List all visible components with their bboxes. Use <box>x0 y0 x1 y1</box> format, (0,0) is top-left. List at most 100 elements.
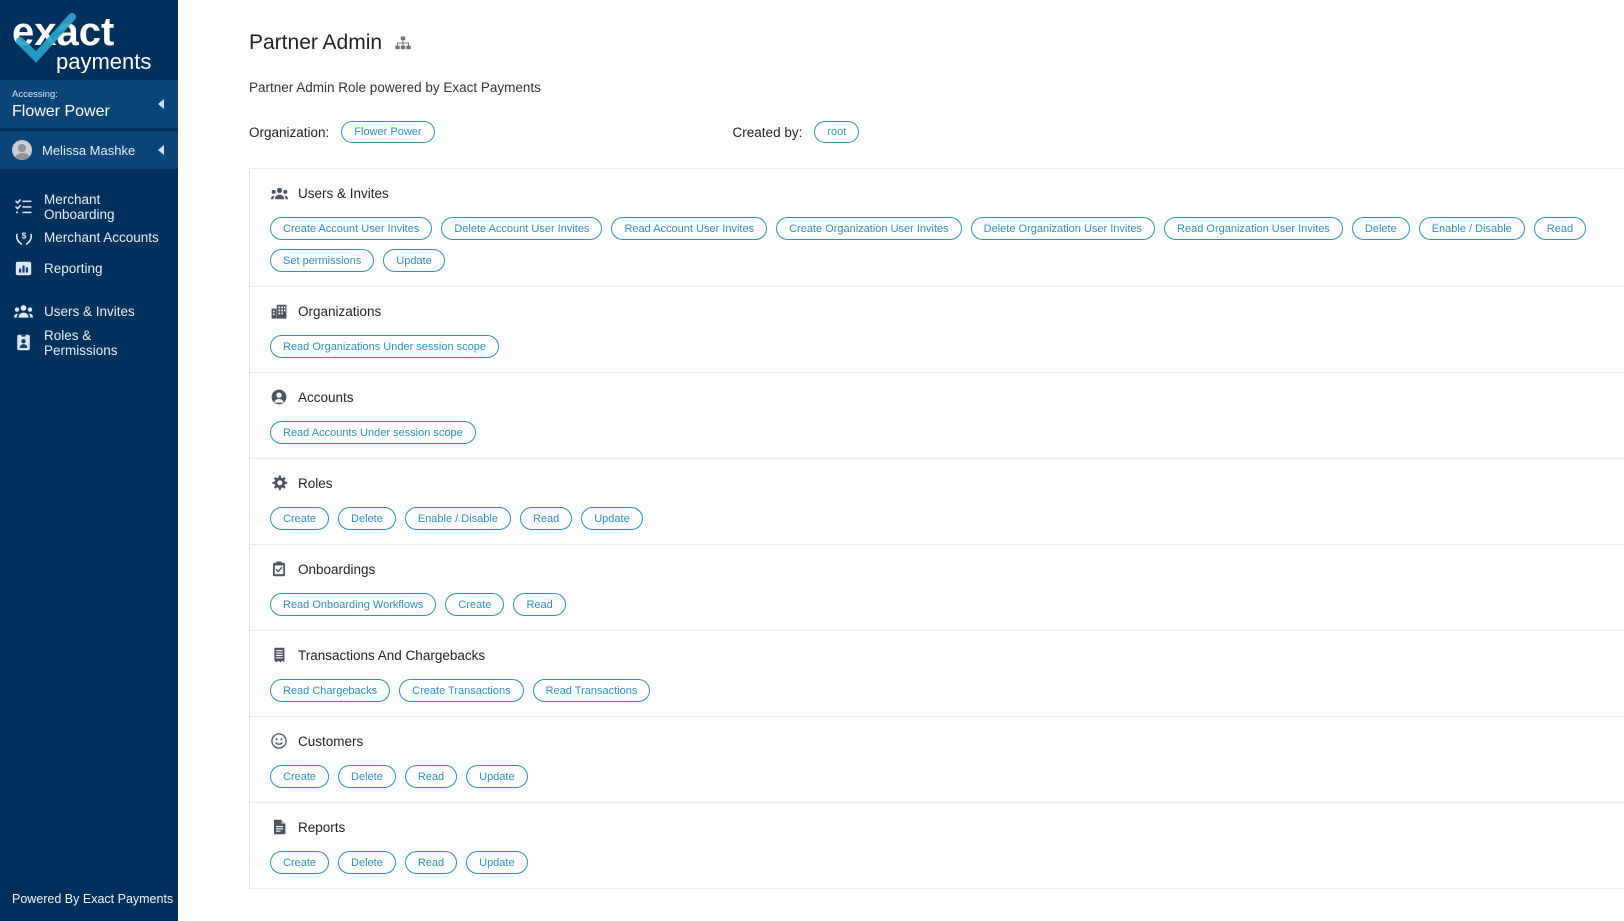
page-meta-row: Organization: Flower Power Created by: r… <box>249 119 1624 145</box>
permission-chip[interactable]: Delete Organization User Invites <box>970 217 1156 240</box>
permission-group-header: Organizations <box>270 301 1624 321</box>
permission-chip-list: Read Organizations Under session scope <box>270 335 1624 358</box>
permission-chip[interactable]: Delete <box>338 851 396 874</box>
permission-chip-list: Create Delete Enable / Disable Read Update <box>270 507 1624 530</box>
checklist-icon <box>14 197 33 216</box>
users-icon <box>14 302 33 321</box>
permission-chip[interactable]: Update <box>466 765 528 788</box>
user-menu[interactable]: Melissa Mashke <box>0 131 178 169</box>
permission-chip[interactable]: Read Organizations Under session scope <box>270 335 500 358</box>
sidebar-nav-divider <box>0 284 178 296</box>
permission-group: Customers Create Delete Read Update <box>250 717 1624 803</box>
main-content: Partner Admin Partner Admin Role powered… <box>178 0 1624 921</box>
svg-text:payments: payments <box>56 49 151 73</box>
exact-payments-logo-icon: exact exact payments <box>12 11 151 73</box>
clipboard-check-icon <box>270 560 288 578</box>
permission-group: Organizations Read Organizations Under se… <box>250 287 1624 373</box>
permission-chip-list: Create Account User Invites Delete Accoun… <box>270 217 1624 272</box>
sidebar-item-label: Users & Invites <box>44 304 135 319</box>
sidebar-item-label: Merchant Onboarding <box>44 191 115 222</box>
permission-group: Roles Create Delete Enable / Disable Read Upd… <box>250 459 1624 545</box>
permission-chip[interactable]: Create <box>270 765 330 788</box>
created-by-label: Created by: <box>732 124 803 140</box>
permission-group: Users & Invites Create Account User Invit… <box>250 169 1624 287</box>
permission-chip[interactable]: Read Organization User Invites <box>1164 217 1343 240</box>
created-by-group: Created by: root <box>733 121 860 143</box>
sidebar-item-label: Merchant Accounts <box>44 230 159 245</box>
sitemap-icon <box>395 36 411 51</box>
permission-chip[interactable]: Read <box>404 765 458 788</box>
permission-group-header: Reports <box>270 817 1624 837</box>
permission-chip[interactable]: Read Account User Invites <box>611 217 768 240</box>
permission-group-title: Organizations <box>298 303 382 319</box>
permissions-card: Users & Invites Create Account User Invit… <box>249 168 1624 889</box>
permission-chip[interactable]: Create <box>270 851 330 874</box>
permission-group-header: Users & Invites <box>270 183 1624 203</box>
permission-chip[interactable]: Create <box>445 593 505 616</box>
permission-group-title: Reports <box>298 819 346 835</box>
user-circle-icon <box>270 388 288 406</box>
receipt-icon <box>270 646 288 664</box>
permission-chip[interactable]: Read Onboarding Workflows <box>270 593 437 616</box>
permission-chip[interactable]: Read <box>404 851 458 874</box>
permission-group: Transactions And Chargebacks Read Chargeb… <box>250 631 1624 717</box>
chevron-left-icon[interactable] <box>158 145 164 155</box>
organization-badge[interactable]: Flower Power <box>341 121 435 143</box>
sidebar: exact exact payments Accessing: Flower P… <box>0 0 178 921</box>
sidebar-nav: Merchant Onboarding $ Merchant Accounts <box>0 191 178 358</box>
permission-chip[interactable]: Delete <box>1351 217 1410 240</box>
permission-group-header: Onboardings <box>270 559 1624 579</box>
sidebar-item-merchant-onboarding[interactable]: Merchant Onboarding <box>0 191 178 222</box>
permission-chip[interactable]: Delete <box>338 507 396 530</box>
svg-text:$: $ <box>21 231 26 241</box>
page-header: Partner Admin Partner Admin Role powered… <box>178 28 1624 145</box>
permission-chip[interactable]: Read Accounts Under session scope <box>270 421 476 444</box>
permission-chip[interactable]: Update <box>581 507 643 530</box>
accessing-org-switcher[interactable]: Accessing: Flower Power <box>0 80 178 128</box>
permission-chip[interactable]: Update <box>466 851 528 874</box>
permission-chip[interactable]: Read <box>1533 217 1587 240</box>
gear-icon <box>270 474 288 492</box>
sidebar-item-merchant-accounts[interactable]: $ Merchant Accounts <box>0 222 178 253</box>
permission-chip[interactable]: Create Organization User Invites <box>776 217 962 240</box>
smiley-icon <box>270 732 288 750</box>
permission-chip[interactable]: Delete Account User Invites <box>441 217 603 240</box>
sidebar-item-users-invites[interactable]: Users & Invites <box>0 296 178 327</box>
organization-label: Organization: <box>249 124 330 140</box>
user-name: Melissa Mashke <box>42 142 136 158</box>
permission-group-header: Roles <box>270 473 1624 493</box>
permission-group: Reports Create Delete Read Update <box>250 803 1624 889</box>
permission-group-title: Roles <box>298 475 333 491</box>
permission-group-title: Users & Invites <box>298 185 389 201</box>
permission-chip-list: Create Delete Read Update <box>270 765 1624 788</box>
permission-group-title: Onboardings <box>298 561 376 577</box>
permission-group-title: Transactions And Chargebacks <box>298 647 486 663</box>
permission-chip[interactable]: Read <box>519 507 573 530</box>
avatar <box>12 140 32 160</box>
chevron-left-icon[interactable] <box>158 99 164 109</box>
permission-chip[interactable]: Enable / Disable <box>1418 217 1525 240</box>
permission-chip[interactable]: Create Account User Invites <box>270 217 433 240</box>
users-icon <box>270 184 288 202</box>
accessing-label: Accessing: <box>12 89 58 100</box>
sidebar-item-reporting[interactable]: Reporting <box>0 253 178 284</box>
permission-chip[interactable]: Read Chargebacks <box>270 679 391 702</box>
created-by-badge[interactable]: root <box>814 121 860 143</box>
permission-chip[interactable]: Create <box>270 507 330 530</box>
brand-logo[interactable]: exact exact payments <box>0 0 178 78</box>
permission-group: Accounts Read Accounts Under session scop… <box>250 373 1624 459</box>
permission-chip-list: Read Onboarding Workflows Create Read <box>270 593 1624 616</box>
page-title: Partner Admin <box>249 31 383 54</box>
permission-chip[interactable]: Read Transactions <box>532 679 651 702</box>
permission-chip[interactable]: Create Transactions <box>399 679 524 702</box>
permission-chip[interactable]: Update <box>383 249 445 272</box>
permission-chip[interactable]: Delete <box>338 765 396 788</box>
sidebar-item-roles-permissions[interactable]: Roles & Permissions <box>0 327 178 358</box>
page-subtitle: Partner Admin Role powered by Exact Paym… <box>249 80 541 95</box>
permission-chip[interactable]: Set permissions <box>270 249 375 272</box>
permission-group-header: Accounts <box>270 387 1624 407</box>
permission-chip[interactable]: Enable / Disable <box>404 507 511 530</box>
permission-group-header: Customers <box>270 731 1624 751</box>
permission-chip[interactable]: Read <box>513 593 566 616</box>
permission-group: Onboardings Read Onboarding Workflows Crea… <box>250 545 1624 631</box>
